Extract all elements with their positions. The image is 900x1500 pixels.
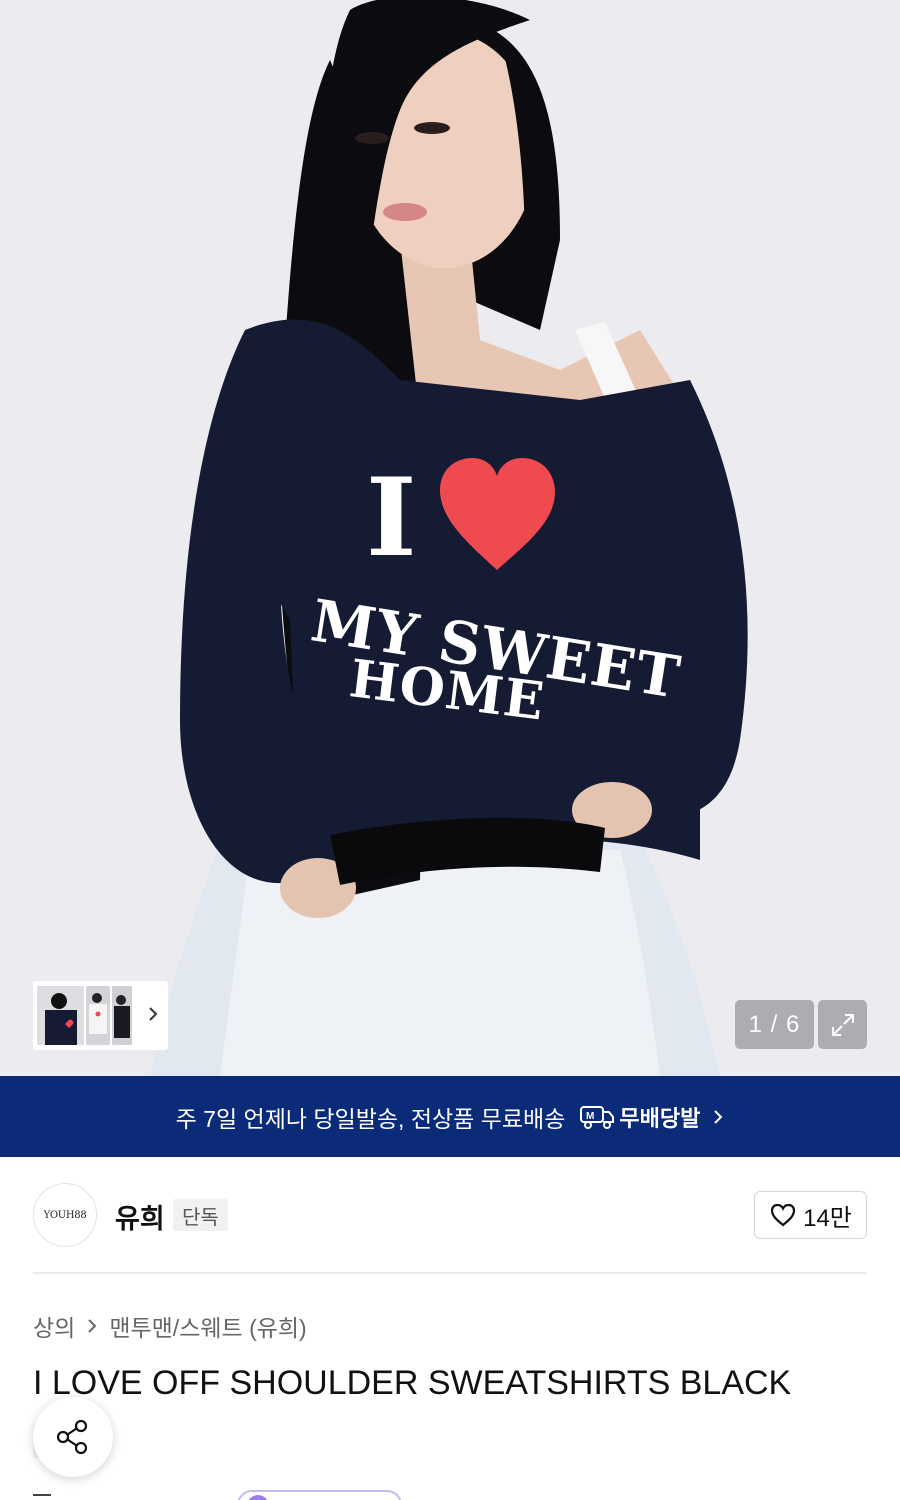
shipping-logo: M 무배당발: [579, 1101, 700, 1133]
pill-dot-icon: [247, 1495, 269, 1500]
product-photo: [0, 0, 900, 1076]
partial-pill[interactable]: [237, 1490, 402, 1500]
breadcrumb-item-top[interactable]: 상의: [33, 1309, 75, 1343]
exclusive-badge: 단독: [173, 1199, 228, 1231]
brand-logo[interactable]: YOUH88: [33, 1183, 97, 1247]
free-shipping-banner[interactable]: 주 7일 언제나 당일발송, 전상품 무료배송 M 무배당발: [0, 1076, 900, 1157]
svg-text:M: M: [586, 1111, 594, 1122]
shipping-logo-label: 무배당발: [619, 1105, 701, 1131]
print-letter-i: I: [366, 455, 418, 581]
brand-name[interactable]: 유희: [115, 1197, 165, 1236]
breadcrumb-item-category[interactable]: 맨투맨/스웨트 (유희): [109, 1309, 306, 1343]
chevron-right-icon: [88, 1319, 97, 1333]
chevron-right-icon[interactable]: [146, 1003, 160, 1025]
like-count: 14만: [803, 1204, 852, 1232]
chevron-right-icon: [714, 1109, 723, 1124]
divider: [33, 1272, 867, 1274]
thumbnail-1[interactable]: [37, 986, 84, 1045]
banner-text: 주 7일 언제나 당일발송, 전상품 무료배송: [175, 1105, 566, 1132]
expand-icon: [831, 1013, 854, 1036]
heart-icon: [771, 1203, 796, 1227]
thumbnail-strip[interactable]: [33, 981, 168, 1050]
share-icon: [56, 1419, 88, 1455]
thumbnail-2[interactable]: [86, 986, 110, 1045]
image-counter: 1 / 6: [735, 1000, 814, 1049]
thumbnail-3[interactable]: [112, 986, 132, 1045]
fullscreen-button[interactable]: [818, 1000, 867, 1049]
product-image-gallery[interactable]: I MY SWEET HOME 1 / 6: [0, 0, 900, 1076]
share-button[interactable]: [33, 1397, 113, 1477]
breadcrumb: 상의 맨투맨/스웨트 (유희): [33, 1309, 307, 1343]
like-button[interactable]: 14만: [754, 1191, 867, 1239]
brand-row: YOUH88 유희 단독 14만: [33, 1183, 867, 1247]
delivery-truck-icon: M: [580, 1105, 615, 1129]
partial-element: [33, 1494, 51, 1500]
product-title: I LOVE OFF SHOULDER SWEATSHIRTS BLACK: [33, 1364, 792, 1402]
